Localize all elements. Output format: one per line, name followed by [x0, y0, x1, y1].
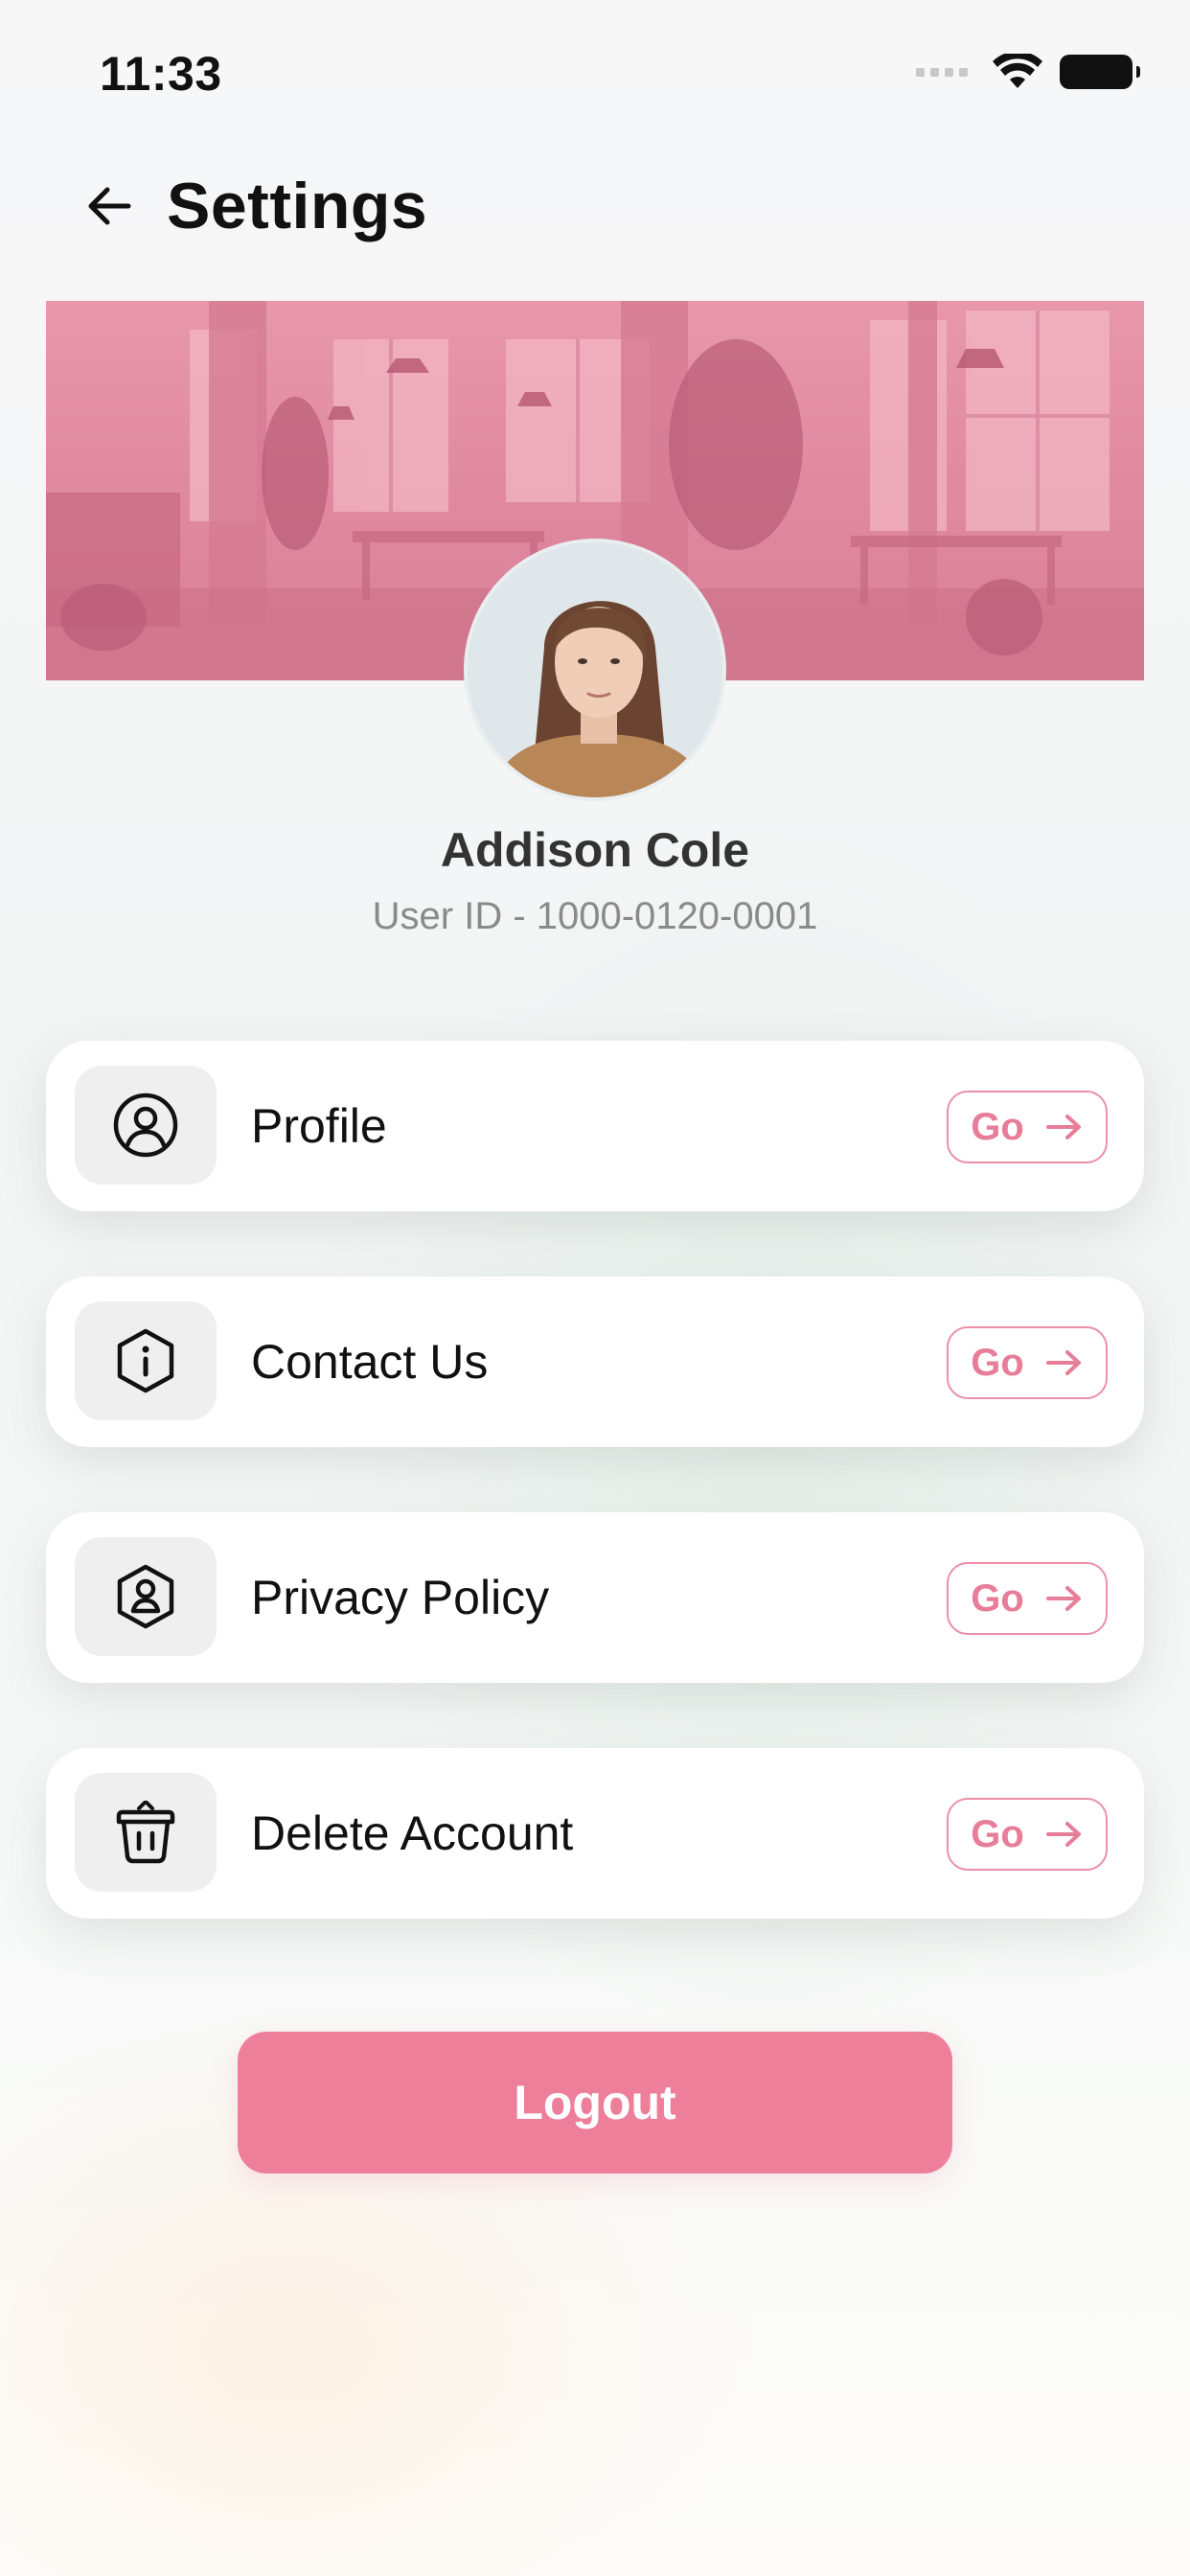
menu-item-contact-us[interactable]: Contact Us Go [46, 1276, 1144, 1447]
back-button[interactable] [84, 181, 134, 231]
go-label: Go [971, 1341, 1024, 1384]
arrow-left-icon [88, 187, 131, 225]
go-label: Go [971, 1812, 1024, 1855]
user-id: User ID - 1000-0120-0001 [372, 895, 818, 937]
wifi-icon [993, 54, 1042, 88]
menu-item-label: Privacy Policy [251, 1571, 550, 1624]
trash-icon [116, 1801, 175, 1864]
header: Settings [84, 163, 427, 249]
status-time: 11:33 [100, 47, 222, 101]
menu-item-label: Profile [251, 1099, 387, 1153]
go-button[interactable]: Go [947, 1091, 1108, 1163]
page-title: Settings [167, 170, 428, 242]
arrow-right-icon [1045, 1586, 1081, 1611]
shield-user-icon [117, 1564, 174, 1629]
status-icons [916, 54, 1140, 90]
logout-button[interactable]: Logout [238, 2032, 952, 2174]
arrow-right-icon [1045, 1350, 1081, 1375]
go-button[interactable]: Go [947, 1326, 1108, 1399]
go-label: Go [971, 1105, 1024, 1148]
menu-item-privacy-policy[interactable]: Privacy Policy Go [46, 1512, 1144, 1683]
user-name: Addison Cole [440, 823, 750, 877]
arrow-right-icon [1045, 1822, 1081, 1847]
arrow-right-icon [1045, 1115, 1081, 1139]
menu-item-label: Contact Us [251, 1335, 489, 1389]
cellular-signal-icon [916, 67, 968, 77]
card-icon-tile [75, 1537, 217, 1656]
card-icon-tile [75, 1773, 217, 1892]
menu-item-delete-account[interactable]: Delete Account Go [46, 1748, 1144, 1919]
menu-item-profile[interactable]: Profile Go [46, 1041, 1144, 1211]
info-icon [117, 1328, 174, 1393]
go-button[interactable]: Go [947, 1798, 1108, 1871]
card-icon-tile [75, 1066, 217, 1184]
menu-item-label: Delete Account [251, 1806, 574, 1860]
status-bar: 11:33 [0, 0, 1190, 144]
user-circle-icon [113, 1092, 178, 1158]
card-icon-tile [75, 1301, 217, 1420]
avatar [464, 539, 726, 801]
battery-icon [1060, 55, 1140, 89]
go-button[interactable]: Go [947, 1562, 1108, 1635]
go-label: Go [971, 1576, 1024, 1620]
